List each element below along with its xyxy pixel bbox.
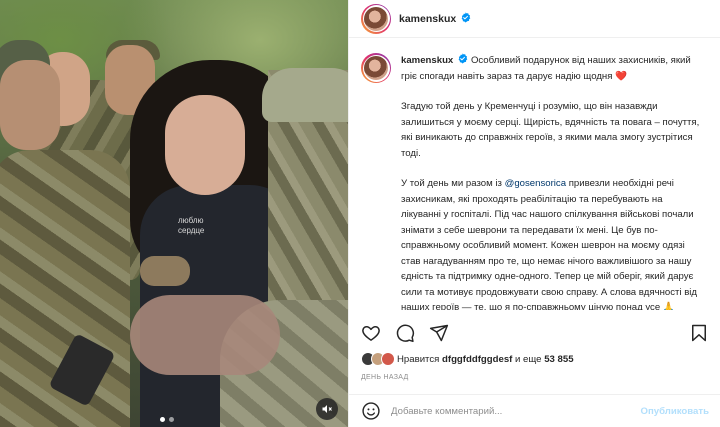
likes-text[interactable]: Нравится dfggfddfggdesf и еще 53 855 bbox=[397, 354, 574, 365]
caption-text-p3-rest: привезли необхідні речі захисникам, які … bbox=[401, 178, 698, 310]
save-button[interactable] bbox=[689, 323, 709, 343]
carousel-dot bbox=[160, 417, 165, 422]
caption-paragraph: Згадую той день у Кременчуці і розумію, … bbox=[401, 101, 700, 159]
comment-bubble-icon bbox=[396, 324, 415, 343]
liker-avatars[interactable] bbox=[361, 352, 395, 366]
media-figure-foreground-hand bbox=[130, 295, 280, 375]
mention-link[interactable]: @gosensorica bbox=[505, 178, 566, 189]
heart-outline-icon bbox=[362, 326, 380, 341]
avatar[interactable] bbox=[364, 6, 388, 31]
mute-button[interactable] bbox=[316, 398, 338, 420]
comment-input[interactable] bbox=[391, 405, 641, 417]
media-figure-woman-face bbox=[165, 95, 245, 195]
username-text[interactable]: kamenskux bbox=[399, 13, 456, 25]
smiley-icon bbox=[362, 402, 380, 420]
caption-paragraph: У той день ми разом із @gosensorica прив… bbox=[401, 176, 705, 310]
caption-avatar-ring[interactable] bbox=[361, 53, 391, 83]
comment-button[interactable] bbox=[395, 323, 415, 343]
action-bar bbox=[349, 318, 720, 348]
emoji-button[interactable] bbox=[361, 401, 381, 421]
likes-count[interactable]: 53 855 bbox=[544, 354, 573, 365]
post-header: kamenskux bbox=[349, 0, 720, 38]
verified-badge-icon bbox=[461, 12, 471, 23]
caption-paragraph: kamenskux Особливий подарунок від наших … bbox=[401, 53, 705, 84]
carousel-dots bbox=[160, 417, 174, 422]
likes-row: Нравится dfggfddfggdesf и еще 53 855 bbox=[361, 352, 574, 366]
header-username[interactable]: kamenskux bbox=[399, 12, 471, 25]
post-caption: kamenskux Особливий подарунок від наших … bbox=[349, 39, 720, 310]
paper-plane-icon bbox=[429, 324, 449, 342]
caption-text: kamenskux Особливий подарунок від наших … bbox=[401, 53, 705, 310]
likes-middle: и еще bbox=[515, 353, 542, 365]
post-panel: kamenskux kamenskux Особливий подарунок … bbox=[348, 0, 720, 427]
caption-username[interactable]: kamenskux bbox=[401, 55, 453, 66]
red-heart-emoji: ❤️ bbox=[615, 70, 628, 82]
post-timestamp[interactable]: ДЕНЬ НАЗАД bbox=[361, 374, 409, 381]
liker-username[interactable]: dfggfddfggdesf bbox=[442, 354, 512, 365]
media-figure-hat bbox=[262, 68, 348, 122]
post-media[interactable]: люблю сердце bbox=[0, 0, 348, 427]
caption-text-p3-start: У той день ми разом із bbox=[401, 178, 505, 189]
share-button[interactable] bbox=[429, 323, 449, 343]
bookmark-icon bbox=[692, 324, 706, 342]
shirt-print: люблю сердце bbox=[178, 216, 205, 235]
praying-hands-emoji: 🙏 bbox=[662, 302, 675, 310]
likes-prefix: Нравится bbox=[397, 353, 440, 365]
header-avatar-ring[interactable] bbox=[361, 3, 391, 34]
media-figure-soldier-left-head bbox=[0, 60, 60, 150]
avatar[interactable] bbox=[364, 56, 388, 80]
media-figure-hands bbox=[140, 256, 190, 286]
publish-button[interactable]: Опубликовать bbox=[640, 406, 709, 417]
comment-bar: Опубликовать bbox=[349, 394, 720, 427]
speaker-muted-icon bbox=[322, 405, 332, 413]
like-button[interactable] bbox=[361, 323, 381, 343]
verified-badge-icon bbox=[458, 53, 468, 64]
avatar[interactable] bbox=[381, 352, 395, 366]
carousel-dot bbox=[169, 417, 174, 422]
